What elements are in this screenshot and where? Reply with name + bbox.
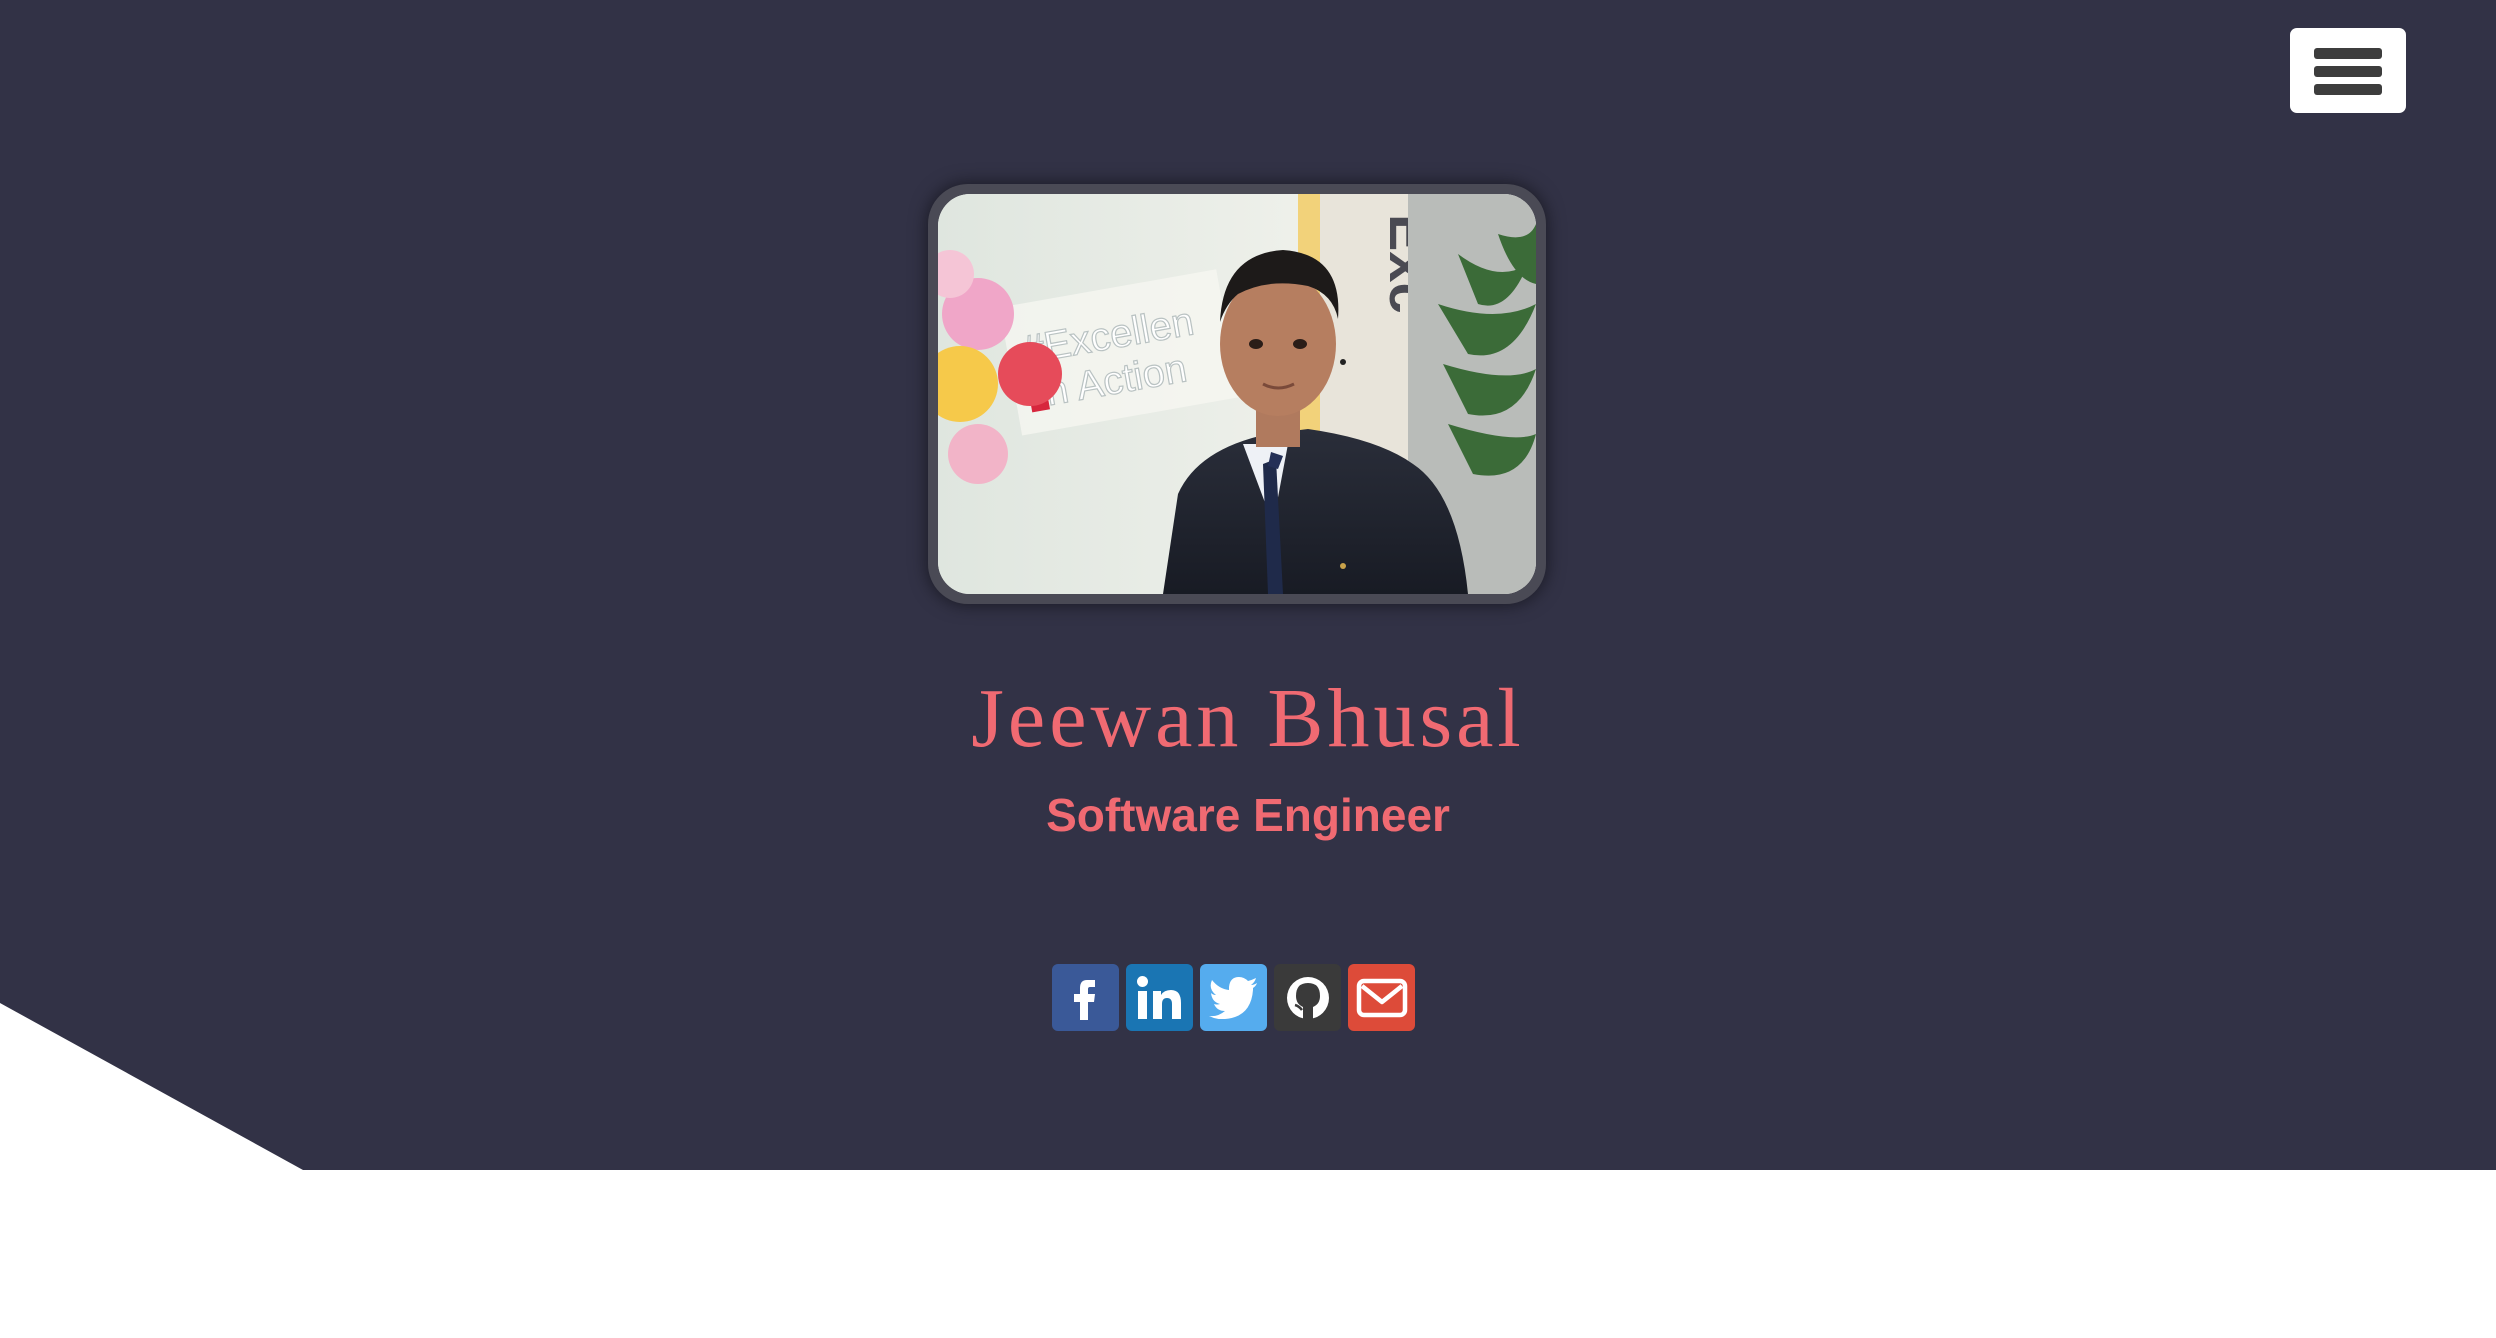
email-link[interactable] [1348,964,1415,1031]
github-icon [1286,976,1329,1019]
github-link[interactable] [1274,964,1341,1031]
envelope-icon [1356,978,1407,1017]
facebook-icon [1073,979,1095,1020]
profile-name: Jeewan Bhusal [971,672,1525,765]
social-links [1052,964,1415,1031]
twitter-icon [1208,976,1257,1019]
facebook-link[interactable] [1052,964,1119,1031]
profile-photo: Exc #Excellen In Action [938,194,1536,594]
twitter-link[interactable] [1200,964,1267,1031]
profile-photo-frame: Exc #Excellen In Action [928,184,1546,604]
menu-button[interactable] [2290,28,2406,113]
linkedin-link[interactable] [1126,964,1193,1031]
profile-title: Software Engineer [1046,789,1450,841]
linkedin-icon [1136,975,1181,1019]
